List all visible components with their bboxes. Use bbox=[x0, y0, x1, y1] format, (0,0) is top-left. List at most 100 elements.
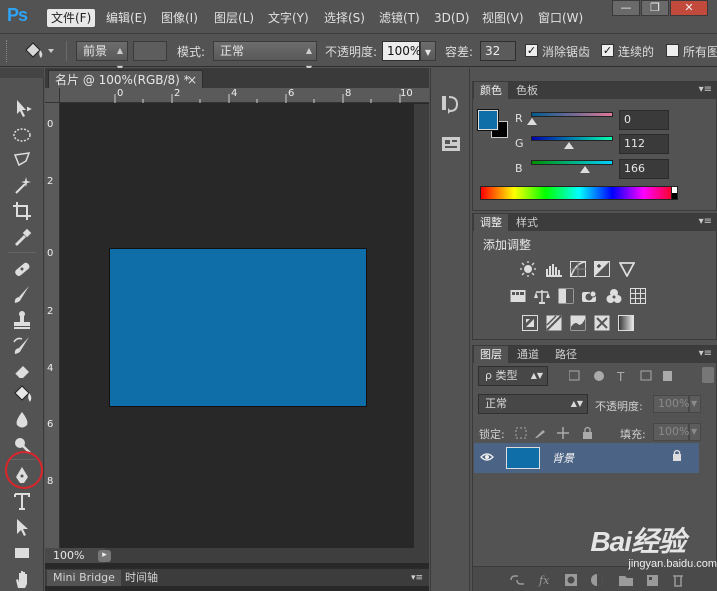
layer-thumbnail[interactable] bbox=[506, 447, 540, 469]
tools-panel-header[interactable] bbox=[0, 68, 44, 78]
path-selection-tool[interactable] bbox=[9, 515, 35, 539]
vibrance-icon[interactable] bbox=[619, 261, 635, 277]
lock-options-icons[interactable] bbox=[515, 426, 595, 440]
color-lookup-icon[interactable] bbox=[630, 288, 646, 304]
curves-icon[interactable] bbox=[570, 261, 586, 277]
color-balance-icon[interactable] bbox=[534, 288, 550, 304]
blend-mode-dropdown[interactable]: 正常 ▲▼ bbox=[478, 394, 588, 414]
antialias-checkbox[interactable]: ✓ bbox=[525, 44, 538, 57]
green-slider-thumb[interactable] bbox=[564, 142, 574, 149]
layer-filter-icons[interactable]: T bbox=[569, 370, 679, 382]
healing-brush-tool[interactable] bbox=[9, 257, 35, 281]
chevron-down-icon[interactable]: ▼ bbox=[689, 423, 701, 441]
eyedropper-tool[interactable] bbox=[9, 225, 35, 249]
exposure-icon[interactable] bbox=[594, 261, 610, 277]
chevron-down-icon[interactable]: ▼ bbox=[689, 395, 701, 413]
clone-stamp-tool[interactable] bbox=[9, 308, 35, 332]
status-info-button[interactable]: ▸ bbox=[98, 550, 111, 562]
eraser-tool[interactable] bbox=[9, 358, 35, 382]
canvas-workspace[interactable] bbox=[60, 104, 414, 548]
invert-icon[interactable] bbox=[522, 315, 538, 331]
green-value-input[interactable]: 112 bbox=[619, 134, 669, 154]
type-tool[interactable] bbox=[9, 489, 35, 513]
opacity-input[interactable]: 100% bbox=[382, 41, 421, 61]
history-brush-tool[interactable] bbox=[9, 333, 35, 357]
gradient-map-icon[interactable] bbox=[618, 315, 634, 331]
ruler-origin[interactable] bbox=[45, 88, 60, 103]
black-white-icon[interactable] bbox=[558, 288, 574, 304]
horizontal-ruler[interactable]: 0 2 4 6 8 10 bbox=[60, 88, 429, 103]
layer-actions-icons[interactable]: fx bbox=[509, 572, 709, 588]
close-tab-icon[interactable]: × bbox=[187, 71, 197, 89]
panel-menu-icon[interactable]: ▾≡ bbox=[699, 84, 712, 95]
tab-mini-bridge[interactable]: Mini Bridge bbox=[47, 570, 121, 586]
brush-tool[interactable] bbox=[9, 282, 35, 306]
history-panel-button[interactable] bbox=[439, 93, 463, 115]
color-spectrum-ramp[interactable] bbox=[480, 186, 678, 200]
menu-image[interactable]: 图像(I) bbox=[157, 9, 202, 27]
menu-file[interactable]: 文件(F) bbox=[47, 9, 96, 27]
filter-toggle-switch[interactable] bbox=[702, 367, 714, 383]
channel-mixer-icon[interactable] bbox=[606, 288, 622, 304]
photo-filter-icon[interactable] bbox=[582, 288, 598, 304]
menu-view[interactable]: 视图(V) bbox=[478, 9, 528, 27]
red-slider[interactable] bbox=[531, 112, 613, 117]
lasso-tool[interactable] bbox=[9, 148, 35, 172]
menu-window[interactable]: 窗口(W) bbox=[534, 9, 587, 27]
opacity-slider-toggle[interactable]: ▼ bbox=[420, 41, 436, 61]
hue-saturation-icon[interactable] bbox=[510, 288, 526, 304]
marquee-tool[interactable] bbox=[9, 123, 35, 147]
menu-type[interactable]: 文字(Y) bbox=[264, 9, 313, 27]
crop-tool[interactable] bbox=[9, 199, 35, 223]
tolerance-input[interactable]: 32 bbox=[480, 41, 516, 61]
levels-icon[interactable] bbox=[546, 261, 562, 277]
properties-panel-button[interactable] bbox=[439, 133, 463, 155]
blue-slider-thumb[interactable] bbox=[580, 166, 590, 173]
tab-styles[interactable]: 样式 bbox=[510, 214, 544, 231]
maximize-button[interactable]: ❐ bbox=[641, 0, 669, 16]
move-tool[interactable] bbox=[9, 96, 35, 120]
menu-filter[interactable]: 滤镜(T) bbox=[375, 9, 424, 27]
document-tab[interactable]: 名片 @ 100%(RGB/8) * × bbox=[48, 70, 203, 88]
layer-name[interactable]: 背景 bbox=[552, 450, 574, 466]
fill-input[interactable]: 100% bbox=[653, 423, 689, 441]
tab-paths[interactable]: 路径 bbox=[549, 346, 583, 363]
eye-icon[interactable] bbox=[480, 451, 494, 465]
close-button[interactable]: ✕ bbox=[670, 0, 708, 16]
mode-dropdown[interactable]: 正常▲▼ bbox=[213, 41, 317, 73]
red-value-input[interactable]: 0 bbox=[619, 110, 669, 130]
foreground-color-swatch[interactable] bbox=[478, 110, 498, 130]
menu-select[interactable]: 选择(S) bbox=[320, 9, 369, 27]
menu-edit[interactable]: 编辑(E) bbox=[102, 9, 151, 27]
zoom-level[interactable]: 100% bbox=[45, 548, 105, 563]
tab-channels[interactable]: 通道 bbox=[511, 346, 545, 363]
magic-wand-tool[interactable] bbox=[9, 173, 35, 197]
tab-adjustments[interactable]: 调整 bbox=[474, 214, 508, 231]
panel-menu-icon[interactable]: ▾≡ bbox=[699, 348, 712, 359]
tab-layers[interactable]: 图层 bbox=[474, 346, 508, 363]
threshold-icon[interactable] bbox=[570, 315, 586, 331]
all-layers-checkbox[interactable] bbox=[666, 44, 679, 57]
rectangle-tool[interactable] bbox=[9, 541, 35, 565]
blue-value-input[interactable]: 166 bbox=[619, 159, 669, 179]
panel-menu-icon[interactable]: ▾≡ bbox=[699, 216, 712, 227]
paint-bucket-tool[interactable] bbox=[9, 382, 35, 406]
minimize-button[interactable]: — bbox=[612, 0, 640, 16]
panel-menu-icon[interactable]: ▾≡ bbox=[405, 570, 429, 586]
green-slider[interactable] bbox=[531, 136, 613, 141]
menu-layer[interactable]: 图层(L) bbox=[210, 9, 258, 27]
document-canvas[interactable] bbox=[110, 249, 366, 406]
blue-slider[interactable] bbox=[531, 160, 613, 165]
red-slider-thumb[interactable] bbox=[527, 118, 537, 125]
menu-3d[interactable]: 3D(D) bbox=[430, 9, 473, 27]
hand-tool[interactable] bbox=[9, 567, 35, 591]
horizontal-scrollbar[interactable] bbox=[105, 548, 429, 563]
black-white-ramp[interactable] bbox=[671, 186, 678, 200]
pattern-picker[interactable] bbox=[133, 41, 167, 61]
options-grip[interactable] bbox=[6, 40, 10, 62]
contiguous-checkbox[interactable]: ✓ bbox=[601, 44, 614, 57]
brightness-contrast-icon[interactable] bbox=[520, 261, 536, 277]
tab-swatches[interactable]: 色板 bbox=[510, 82, 544, 99]
blur-tool[interactable] bbox=[9, 408, 35, 432]
vertical-ruler[interactable]: 0 2 0 2 4 6 8 bbox=[45, 103, 60, 548]
